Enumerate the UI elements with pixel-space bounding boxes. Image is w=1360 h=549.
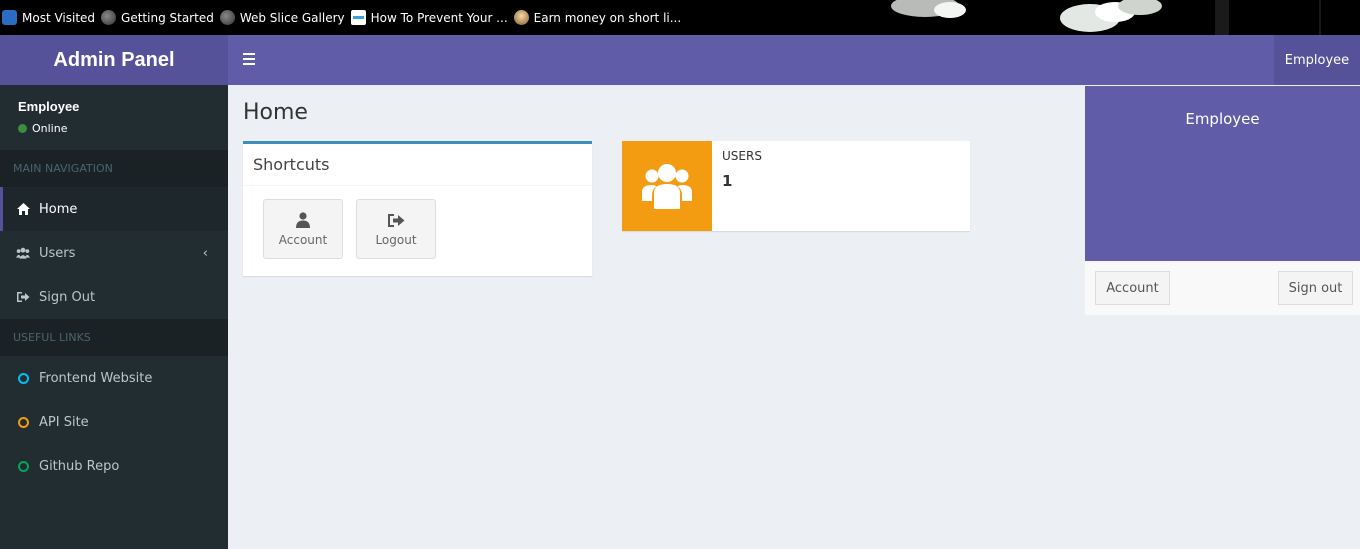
sign-out-button-label: Sign out <box>1288 280 1343 296</box>
circle-icon <box>16 372 30 384</box>
account-shortcut-button[interactable]: Account <box>263 199 343 259</box>
nav-header-main: MAIN NAVIGATION <box>0 150 228 187</box>
shortcuts-box: Shortcuts Account Logout <box>243 141 592 276</box>
info-box-icon-area <box>622 141 712 231</box>
user-dropdown-menu: Employee Account Sign out <box>1085 86 1360 315</box>
logout-shortcut-button[interactable]: Logout <box>356 199 436 259</box>
sidebar-link-github[interactable]: Github Repo <box>0 444 228 488</box>
circle-icon <box>16 416 30 428</box>
sidebar-item-label: Home <box>39 201 78 217</box>
account-button[interactable]: Account <box>1095 271 1170 305</box>
nav-header-useful-links: USEFUL LINKS <box>0 319 228 356</box>
bookmark-label: How To Prevent Your ... <box>370 10 508 25</box>
user-menu-label: Employee <box>1284 52 1350 68</box>
chevron-left-icon: ‹ <box>202 245 208 261</box>
home-icon <box>16 203 30 215</box>
bookmark-most-visited[interactable]: Most Visited <box>2 10 95 25</box>
users-info-box: USERS 1 <box>622 141 970 231</box>
user-dropdown-name: Employee <box>1185 110 1260 128</box>
bookmarks-bar: Most Visited Getting Started Web Slice G… <box>0 0 1360 35</box>
bookmark-earn-money[interactable]: Earn money on short li... <box>513 10 682 25</box>
user-menu-toggle[interactable]: Employee <box>1274 35 1360 85</box>
logout-shortcut-label: Logout <box>375 233 417 247</box>
sidebar: Admin Panel Employee Online MAIN NAVIGAT… <box>0 35 228 549</box>
account-button-label: Account <box>1106 280 1159 296</box>
account-shortcut-label: Account <box>278 233 328 247</box>
online-dot-icon <box>18 124 27 133</box>
sidebar-item-home[interactable]: Home <box>0 187 228 231</box>
page-title: Home <box>243 100 308 125</box>
user-status: Online <box>18 122 210 135</box>
globe-icon <box>101 10 117 25</box>
sidebar-link-frontend[interactable]: Frontend Website <box>0 356 228 400</box>
sidebar-item-sign-out[interactable]: Sign Out <box>0 275 228 319</box>
bookmark-label: Earn money on short li... <box>533 10 682 25</box>
sidebar-link-label: API Site <box>39 414 89 430</box>
top-navbar: Employee <box>228 35 1360 85</box>
bookmark-how-to-prevent[interactable]: How To Prevent Your ... <box>350 10 508 25</box>
sign-out-icon <box>387 211 405 229</box>
sign-out-icon <box>16 291 30 303</box>
circle-icon <box>16 460 30 472</box>
search-icon <box>2 10 17 25</box>
box-title: Shortcuts <box>243 144 592 186</box>
globe-icon <box>219 10 235 25</box>
sign-out-button[interactable]: Sign out <box>1278 271 1353 305</box>
sidebar-item-label: Sign Out <box>39 289 96 305</box>
user-dropdown-footer: Account Sign out <box>1085 261 1360 315</box>
sidebar-link-label: Frontend Website <box>39 370 153 386</box>
bookmark-web-slice-gallery[interactable]: Web Slice Gallery <box>219 10 345 25</box>
sidebar-item-users[interactable]: Users ‹ <box>0 231 228 275</box>
info-box-label: USERS <box>722 149 762 163</box>
bookmark-label: Web Slice Gallery <box>239 10 345 25</box>
money-icon <box>513 10 529 25</box>
bookmark-label: Most Visited <box>22 10 96 25</box>
users-icon <box>642 164 692 209</box>
users-icon <box>16 247 30 259</box>
app-title: Admin Panel <box>53 48 175 71</box>
user-panel: Employee Online <box>0 85 228 150</box>
bookmark-label: Getting Started <box>121 10 214 25</box>
user-icon <box>296 211 310 229</box>
bookmark-getting-started[interactable]: Getting Started <box>101 10 214 25</box>
user-name: Employee <box>18 99 80 114</box>
user-dropdown-header: Employee <box>1085 86 1360 261</box>
sidebar-link-label: Github Repo <box>39 458 120 474</box>
web-slice-icon <box>350 10 366 25</box>
flower-decoration-image <box>891 0 1321 35</box>
hamburger-icon[interactable] <box>243 53 255 65</box>
sidebar-item-label: Users <box>39 245 76 261</box>
info-box-value: 1 <box>722 172 733 190</box>
status-text: Online <box>32 122 68 135</box>
app-logo[interactable]: Admin Panel <box>0 35 228 85</box>
sidebar-link-api[interactable]: API Site <box>0 400 228 444</box>
